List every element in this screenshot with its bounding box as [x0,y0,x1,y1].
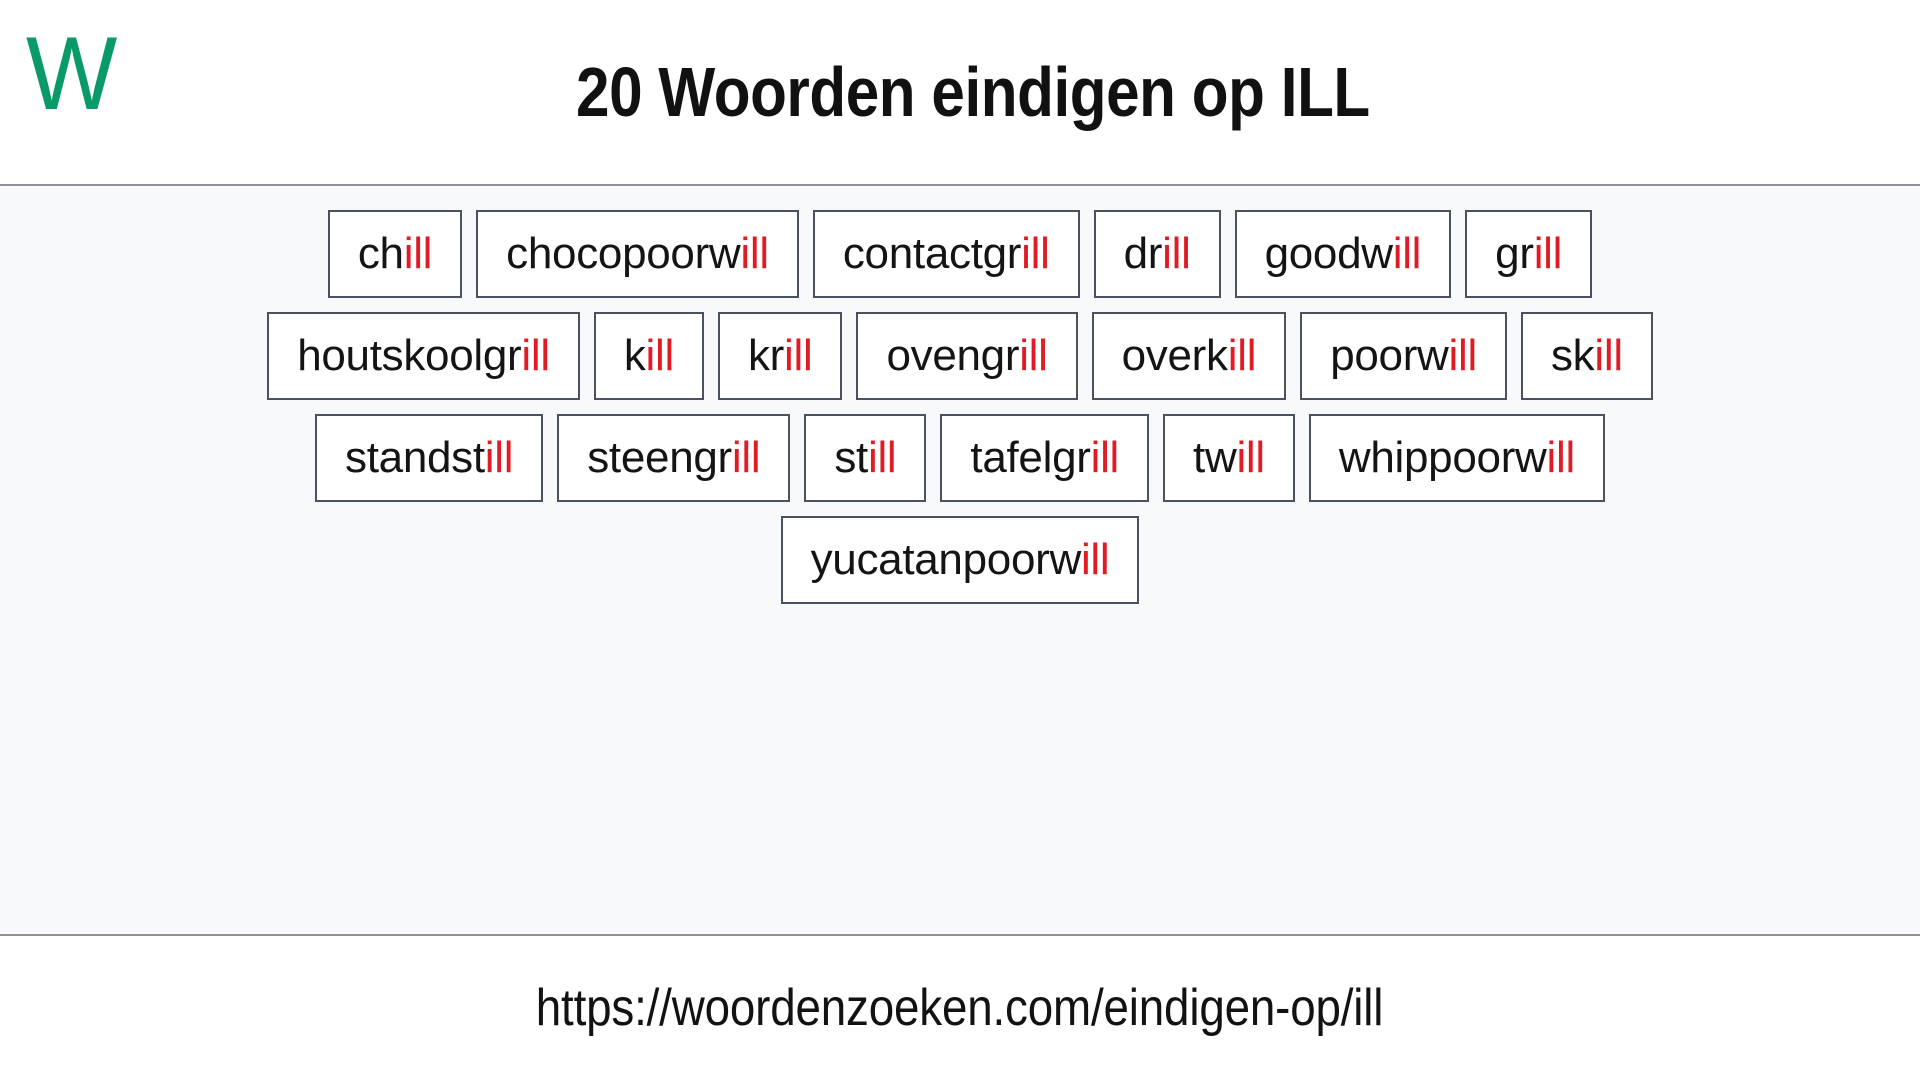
word-suffix: ill [521,331,550,380]
word-row: houtskoolgrill kill krill ovengrill overkill… [267,312,1653,400]
site-logo[interactable]: W [26,22,117,126]
word-suffix: ill [1019,331,1048,380]
word-text: chocopoorwill [506,229,769,279]
word-prefix: houtskoolgr [297,331,522,380]
word-suffix: ill [1546,433,1576,482]
word-suffix: ill [1227,331,1257,380]
word-prefix: yucatanpoorw [810,535,1082,584]
word-text: grill [1495,229,1562,279]
word-box[interactable]: grill [1465,210,1593,298]
word-box[interactable]: overkill [1091,312,1287,400]
word-box[interactable]: tafelgrill [940,414,1150,502]
word-box[interactable]: poorwill [1300,312,1507,400]
word-prefix: steengr [587,433,732,482]
word-box[interactable]: chill [327,210,463,298]
word-box[interactable]: contactgrill [812,210,1080,298]
word-box[interactable]: still [804,414,927,502]
word-suffix: ill [645,331,675,380]
word-prefix: sk [1550,331,1595,380]
word-text: tafelgrill [970,433,1119,483]
word-text: yucatanpoorwill [811,535,1110,585]
word-suffix: ill [1080,535,1110,584]
word-box[interactable]: twill [1163,414,1295,502]
word-prefix: ovengr [886,331,1020,380]
word-box[interactable]: standstill [315,414,544,502]
word-prefix: chocopoorw [506,229,741,278]
word-text: goodwill [1265,229,1422,279]
page-footer: https://woordenzoeken.com/eindigen-op/il… [0,936,1920,1080]
word-suffix: ill [1021,229,1050,278]
word-text: skill [1551,331,1623,381]
word-text: krill [748,331,813,381]
word-text: chill [357,229,433,279]
word-prefix: kr [747,331,785,380]
word-text: poorwill [1330,331,1477,381]
word-grid-area: chill chocopoorwill contactgrill drill goodw… [0,186,1920,936]
word-box[interactable]: steengrill [557,414,791,502]
word-prefix: st [834,433,868,482]
word-prefix: whippoorw [1338,433,1547,482]
word-prefix: goodw [1264,229,1393,278]
word-text: steengrill [587,433,760,483]
word-suffix: ill [1448,331,1478,380]
word-suffix: ill [784,331,813,380]
page-title: 20 Woorden eindigen op ILL [576,53,1370,131]
word-suffix: ill [484,433,514,482]
word-prefix: tw [1193,433,1237,482]
word-box[interactable]: krill [717,312,843,400]
word-box[interactable]: kill [593,312,704,400]
word-prefix: gr [1495,229,1534,278]
word-text: overkill [1122,331,1257,381]
word-box[interactable]: whippoorwill [1308,414,1605,502]
word-text: ovengrill [886,331,1047,381]
word-text: houtskoolgrill [297,331,550,381]
word-list-page: W 20 Woorden eindigen op ILL chill chocop… [0,0,1920,1080]
word-rows: chill chocopoorwill contactgrill drill goodw… [0,210,1920,604]
word-suffix: ill [403,229,433,278]
word-suffix: ill [867,433,897,482]
word-suffix: ill [1533,229,1563,278]
word-text: whippoorwill [1339,433,1575,483]
page-header: W 20 Woorden eindigen op ILL [0,0,1920,186]
word-prefix: contactgr [842,229,1022,278]
word-prefix: overk [1121,331,1228,380]
word-prefix: standst [345,433,485,482]
word-row: chill chocopoorwill contactgrill drill goodw… [327,210,1593,298]
word-box[interactable]: goodwill [1234,210,1452,298]
word-box[interactable]: ovengrill [856,312,1078,400]
word-box[interactable]: yucatanpoorwill [780,516,1140,604]
word-text: still [834,433,896,483]
word-box[interactable]: chocopoorwill [476,210,799,298]
word-suffix: ill [740,229,769,278]
word-text: standstill [345,433,514,483]
word-box[interactable]: skill [1520,312,1653,400]
source-url[interactable]: https://woordenzoeken.com/eindigen-op/il… [536,979,1384,1037]
word-text: kill [624,331,674,381]
word-suffix: ill [1392,229,1422,278]
word-box[interactable]: drill [1093,210,1221,298]
word-prefix: k [623,331,646,380]
word-prefix: tafelgr [970,433,1091,482]
word-row: standstill steengrill still tafelgrill twill… [315,414,1605,502]
word-prefix: ch [357,229,404,278]
word-row: yucatanpoorwill [780,516,1140,604]
word-suffix: ill [1236,433,1265,482]
word-text: twill [1193,433,1265,483]
word-box[interactable]: houtskoolgrill [267,312,580,400]
word-suffix: ill [731,433,761,482]
word-suffix: ill [1162,229,1191,278]
word-suffix: ill [1594,331,1623,380]
word-suffix: ill [1090,433,1120,482]
word-text: contactgrill [843,229,1050,279]
word-text: drill [1124,229,1191,279]
word-prefix: poorw [1330,331,1449,380]
word-prefix: dr [1123,229,1163,278]
